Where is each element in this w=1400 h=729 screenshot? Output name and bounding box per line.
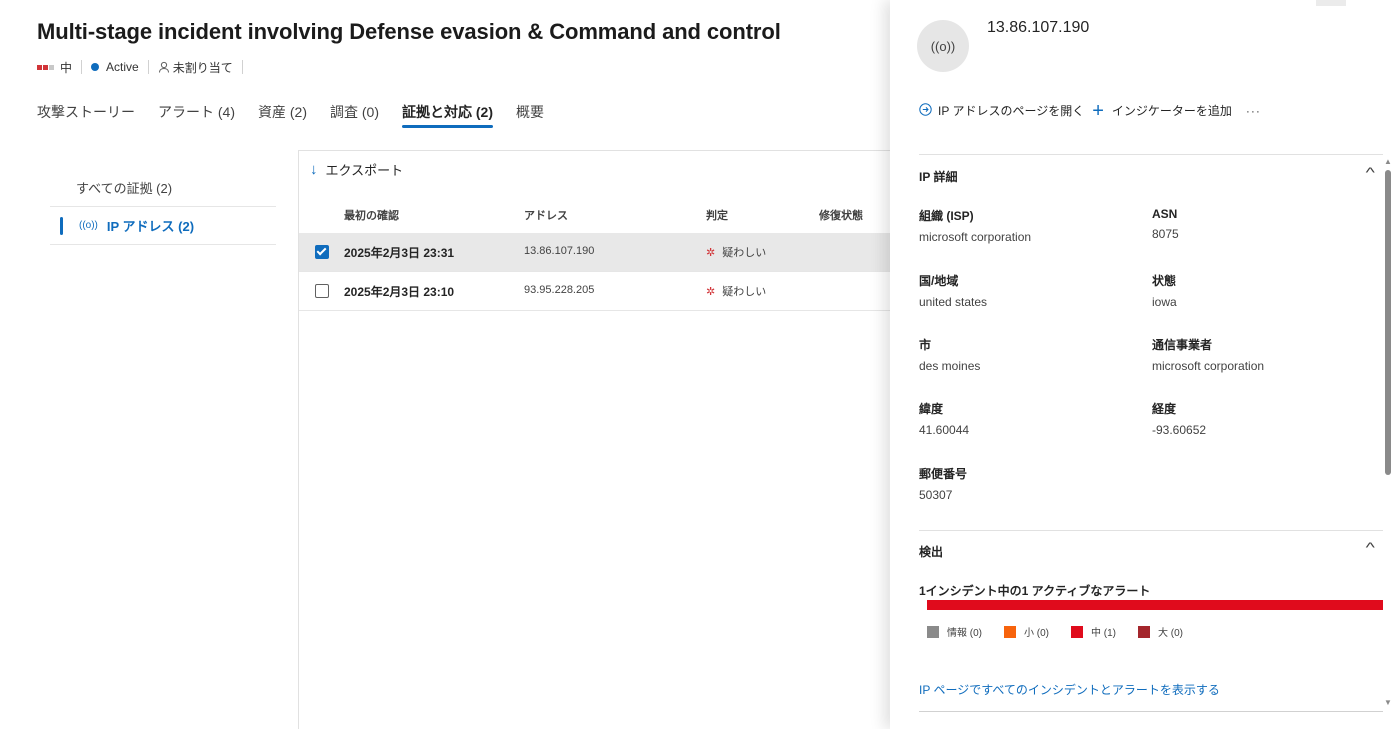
status-dot-icon bbox=[91, 63, 100, 71]
bug-icon: ✲ bbox=[706, 246, 716, 259]
column-first-seen[interactable]: 最初の確認 bbox=[344, 207, 399, 223]
cell-address: 93.95.228.205 bbox=[524, 284, 595, 296]
detection-heading: 検出 bbox=[919, 545, 944, 559]
divider bbox=[919, 154, 1383, 155]
divider bbox=[919, 530, 1383, 531]
field-city: 市 des moines bbox=[919, 338, 981, 373]
tab-alerts[interactable]: アラート (4) bbox=[158, 101, 235, 133]
legend-swatch bbox=[1004, 625, 1016, 638]
scroll-down-arrow-icon[interactable]: ▼ bbox=[1384, 698, 1392, 707]
export-label: エクスポート bbox=[325, 163, 404, 178]
field-isp: 組織 (ISP) microsoft corporation bbox=[919, 209, 1032, 244]
verdict-label: 疑わしい bbox=[722, 247, 767, 259]
plus-icon: + bbox=[1092, 99, 1104, 122]
more-options-button[interactable]: ··· bbox=[1246, 104, 1261, 118]
ip-details-heading: IP 詳細 bbox=[919, 170, 958, 184]
field-longitude: 経度 -93.60652 bbox=[1152, 402, 1207, 437]
broadcast-icon: ((o)) bbox=[917, 20, 969, 72]
column-verdict[interactable]: 判定 bbox=[706, 207, 728, 223]
cell-first-seen: 2025年2月3日 23:10 bbox=[344, 285, 455, 299]
divider bbox=[919, 711, 1383, 712]
field-country: 国/地域 united states bbox=[919, 274, 988, 309]
evidence-nav-ip-label: IP アドレス (2) bbox=[106, 219, 195, 234]
evidence-nav: すべての証拠 (2) ((o)) IP アドレス (2) bbox=[50, 170, 276, 245]
severity-bars-icon bbox=[37, 64, 54, 70]
column-remediation[interactable]: 修復状態 bbox=[819, 207, 863, 223]
legend-high: 大 (0) bbox=[1138, 624, 1183, 639]
evidence-nav-all[interactable]: すべての証拠 (2) bbox=[50, 170, 276, 207]
page-title: Multi-stage incident involving Defense e… bbox=[37, 19, 781, 44]
bug-icon: ✲ bbox=[706, 285, 716, 298]
cell-verdict: ✲ 疑わしい bbox=[706, 244, 766, 260]
row-checkbox[interactable] bbox=[315, 245, 329, 259]
selected-indicator bbox=[60, 216, 63, 235]
incident-meta: 中 Active 未割り当て bbox=[37, 57, 252, 77]
verdict-label: 疑わしい bbox=[722, 286, 767, 298]
tab-attack-story[interactable]: 攻撃ストーリー bbox=[37, 101, 135, 133]
severity-distribution-bar bbox=[927, 600, 1383, 610]
field-state: 状態 iowa bbox=[1152, 274, 1177, 309]
table-row[interactable]: 2025年2月3日 23:10 93.95.228.205 ✲ 疑わしい bbox=[299, 272, 890, 311]
tab-assets[interactable]: 資産 (2) bbox=[258, 101, 307, 133]
divider bbox=[298, 150, 890, 151]
divider bbox=[81, 60, 83, 74]
legend-swatch bbox=[927, 625, 939, 638]
chevron-up-icon[interactable]: ^ bbox=[1366, 164, 1375, 180]
broadcast-icon: ((o)) bbox=[79, 220, 98, 231]
legend-swatch bbox=[1071, 625, 1083, 638]
incident-tabs: 攻撃ストーリー アラート (4) 資産 (2) 調査 (0) 証拠と対応 (2)… bbox=[37, 101, 567, 133]
divider bbox=[241, 60, 243, 74]
person-icon bbox=[158, 61, 170, 73]
legend-low: 小 (0) bbox=[1004, 624, 1049, 639]
column-address[interactable]: アドレス bbox=[524, 207, 568, 223]
close-button[interactable] bbox=[1316, 0, 1346, 6]
chevron-up-icon[interactable]: ^ bbox=[1366, 539, 1375, 555]
open-ip-page-button[interactable]: IP アドレスのページを開く bbox=[938, 102, 1084, 119]
legend-medium: 中 (1) bbox=[1071, 624, 1116, 639]
tab-investigations[interactable]: 調査 (0) bbox=[330, 101, 379, 133]
add-indicator-button[interactable]: インジケーターを追加 bbox=[1112, 102, 1232, 119]
severity-label: 中 bbox=[60, 60, 73, 75]
field-asn: ASN 8075 bbox=[1152, 207, 1179, 241]
severity-legend: 情報 (0) 小 (0) 中 (1) 大 (0) bbox=[927, 624, 1205, 639]
row-checkbox[interactable] bbox=[315, 284, 329, 298]
detection-summary: 1インシデント中の1 アクティブなアラート bbox=[919, 584, 1151, 598]
cell-first-seen: 2025年2月3日 23:31 bbox=[344, 246, 455, 260]
incident-main: Multi-stage incident involving Defense e… bbox=[0, 0, 890, 729]
table-header: 最初の確認 アドレス 判定 修復状態 bbox=[299, 198, 890, 230]
field-postal-code: 郵便番号 50307 bbox=[919, 467, 968, 502]
table-row[interactable]: 2025年2月3日 23:31 13.86.107.190 ✲ 疑わしい bbox=[299, 233, 890, 272]
field-carrier: 通信事業者 microsoft corporation bbox=[1152, 338, 1265, 373]
arrow-circle-icon bbox=[919, 102, 932, 119]
assignee-button[interactable]: 未割り当て bbox=[173, 59, 233, 76]
view-all-incidents-link[interactable]: IP ページですべてのインシデントとアラートを表示する bbox=[919, 681, 1220, 698]
legend-informational: 情報 (0) bbox=[927, 624, 982, 639]
field-latitude: 緯度 41.60044 bbox=[919, 402, 970, 437]
scrollbar-thumb[interactable] bbox=[1385, 170, 1391, 475]
divider bbox=[147, 60, 149, 74]
evidence-nav-ip[interactable]: ((o)) IP アドレス (2) bbox=[50, 207, 276, 245]
tab-evidence-response[interactable]: 証拠と対応 (2) bbox=[402, 101, 493, 133]
status-label: Active bbox=[106, 60, 139, 74]
legend-swatch bbox=[1138, 625, 1150, 638]
cell-address: 13.86.107.190 bbox=[524, 245, 595, 257]
export-button[interactable]: ↓ エクスポート bbox=[310, 160, 403, 179]
cell-verdict: ✲ 疑わしい bbox=[706, 283, 766, 299]
tab-summary[interactable]: 概要 bbox=[516, 101, 544, 133]
panel-actions: IP アドレスのページを開く + インジケーターを追加 ··· bbox=[919, 99, 1261, 122]
download-arrow-icon: ↓ bbox=[310, 161, 318, 178]
ip-details-panel: ((o)) 13.86.107.190 IP アドレスのページを開く + インジ… bbox=[890, 0, 1400, 729]
panel-title: 13.86.107.190 bbox=[987, 19, 1090, 36]
scroll-up-arrow-icon[interactable]: ▲ bbox=[1384, 157, 1392, 166]
